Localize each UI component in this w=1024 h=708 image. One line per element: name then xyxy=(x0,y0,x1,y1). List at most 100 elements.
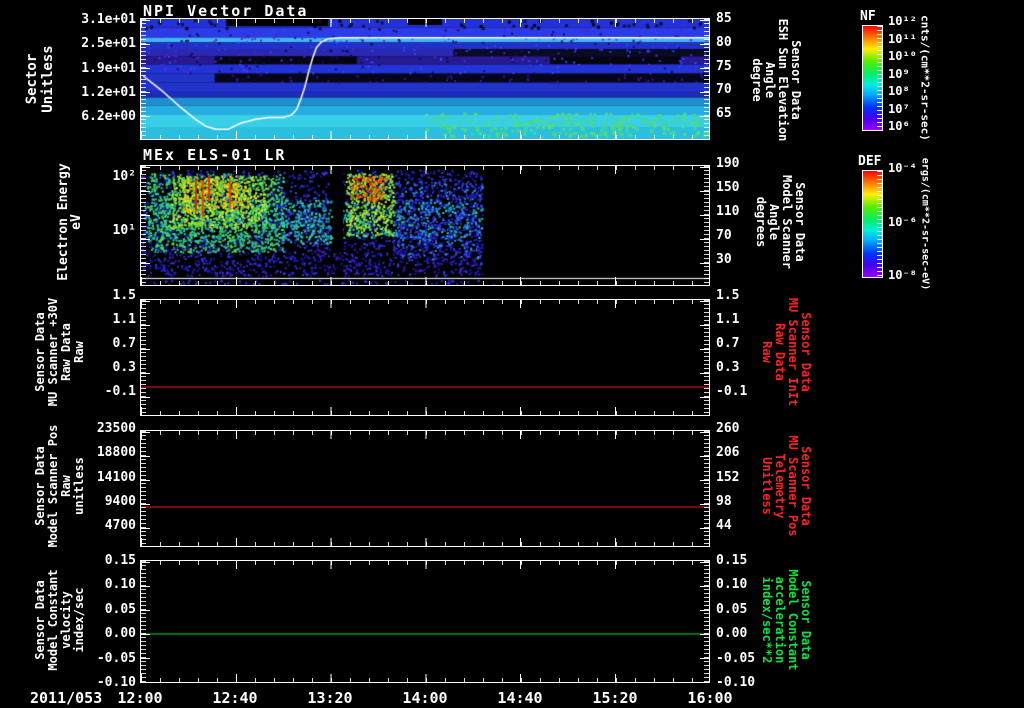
panel3-y-label: Sensor Data MU Scanner +30V Raw Data Raw xyxy=(34,298,86,406)
x-major-ticks-top xyxy=(141,431,709,439)
tick-label: 1.5 xyxy=(113,289,136,303)
tick-label: 3.1e+01 xyxy=(81,13,136,27)
tick-label: 0.05 xyxy=(105,603,136,617)
tick-label: 9400 xyxy=(105,495,136,509)
tick-label: 10⁶ xyxy=(888,119,910,133)
tick-label: -0.1 xyxy=(716,385,747,399)
panel-model-constant-line xyxy=(140,560,710,683)
tick-label: 0.7 xyxy=(113,337,136,351)
colorbar-nf xyxy=(862,25,883,131)
tick-label: -0.10 xyxy=(97,676,136,690)
panel4-y-label: Sensor Data Model Scanner Pos Raw unitle… xyxy=(34,425,86,548)
tick-label: -0.10 xyxy=(716,676,755,690)
tick-label: 0.00 xyxy=(716,627,747,641)
panel2-title: MEx ELS-01 LR xyxy=(143,146,286,164)
y-major-ticks-left xyxy=(141,167,150,284)
tick-label: 150 xyxy=(716,181,739,195)
tick-label: 0.7 xyxy=(716,337,739,351)
tick-label: 1.1 xyxy=(113,313,136,327)
tick-label: 98 xyxy=(716,495,732,509)
panel-els-spectrogram xyxy=(140,165,710,286)
tick-label: 65 xyxy=(716,107,732,121)
tick-label: 1.5 xyxy=(716,289,739,303)
y-major-ticks-right xyxy=(700,432,709,545)
colorbar-nf-unit: cnts/(cm**2-sr-sec) xyxy=(919,15,932,141)
plot-page: NPI Vector Data MEx ELS-01 LR 3.1e+012.5… xyxy=(0,0,1024,708)
tick-label: 0.15 xyxy=(105,554,136,568)
tick-label: 10⁻⁸ xyxy=(888,268,917,282)
tick-label: 13:20 xyxy=(299,689,361,707)
x-axis-date-label: 2011/053 xyxy=(30,689,102,707)
scanner-pos-line-canvas xyxy=(141,431,709,546)
y-major-ticks-left xyxy=(141,301,150,414)
tick-label: 10⁹ xyxy=(888,67,910,81)
panel3-right-label: Sensor Data MU Scanner InIt Raw Data Raw xyxy=(760,298,812,406)
panel-npi-spectrogram xyxy=(140,18,710,140)
panel2-right-axis: 1901501107030 xyxy=(716,157,758,267)
panel5-right-label: Sensor Data Model Constant acceleration … xyxy=(760,569,812,670)
tick-label: 260 xyxy=(716,422,739,436)
x-major-ticks-top xyxy=(141,19,709,27)
tick-label: -0.1 xyxy=(105,385,136,399)
x-major-ticks-bottom xyxy=(141,131,709,139)
colorbar-ticks xyxy=(877,171,882,277)
tick-label: 110 xyxy=(716,205,739,219)
tick-label: 0.3 xyxy=(113,361,136,375)
tick-label: 0.15 xyxy=(716,554,747,568)
tick-label: 2.5e+01 xyxy=(81,37,136,51)
tick-label: 0.05 xyxy=(716,603,747,617)
y-major-ticks-right xyxy=(700,562,709,681)
x-major-ticks-top xyxy=(141,561,709,569)
tick-label: 10⁷ xyxy=(888,102,910,116)
tick-label: 206 xyxy=(716,446,739,460)
tick-label: -0.05 xyxy=(716,652,755,666)
tick-label: 6.2e+00 xyxy=(81,110,136,124)
tick-label: 10¹² xyxy=(888,14,917,28)
panel2-right-label: Sensor Data Model Scanner Angle degrees xyxy=(754,175,806,269)
x-major-ticks-bottom xyxy=(141,674,709,682)
tick-label: 10² xyxy=(113,170,136,184)
y-major-ticks-right xyxy=(700,301,709,414)
tick-label: 14100 xyxy=(97,471,136,485)
tick-label: 44 xyxy=(716,519,732,533)
y-major-ticks-left xyxy=(141,432,150,545)
x-axis-tick-labels: 12:0012:4013:2014:0014:4015:2016:00 xyxy=(109,689,741,707)
tick-label: 30 xyxy=(716,253,732,267)
x-major-ticks-bottom xyxy=(141,277,709,285)
panel5-y-label: Sensor Data Model Constant velocity inde… xyxy=(34,569,86,670)
tick-label: 10⁻⁴ xyxy=(888,161,917,175)
npi-spectrogram-canvas xyxy=(141,19,709,139)
tick-label: 80 xyxy=(716,36,732,50)
tick-label: 0.10 xyxy=(105,578,136,592)
tick-label: 10¹¹ xyxy=(888,32,917,46)
model-constant-line-canvas xyxy=(141,561,709,682)
tick-label: 14:00 xyxy=(394,689,456,707)
tick-label: 10⁸ xyxy=(888,84,910,98)
tick-label: 14:40 xyxy=(489,689,551,707)
panel1-y-label: Sector Unitless xyxy=(24,45,56,112)
tick-label: 0.10 xyxy=(716,578,747,592)
colorbar-def-title: DEF xyxy=(858,154,881,169)
panel3-right-axis: 1.51.10.70.3-0.1 xyxy=(716,289,766,399)
y-major-ticks-left xyxy=(141,20,150,138)
panel1-right-label: Sensor Data ESH Sun Elevation Angle degr… xyxy=(750,19,802,142)
tick-label: 15:20 xyxy=(584,689,646,707)
tick-label: -0.05 xyxy=(97,652,136,666)
tick-label: 16:00 xyxy=(679,689,741,707)
panel2-y-label: Electron Energy eV xyxy=(57,163,83,280)
y-major-ticks-right xyxy=(700,167,709,284)
tick-label: 70 xyxy=(716,83,732,97)
tick-label: 1.9e+01 xyxy=(81,62,136,76)
tick-label: 4700 xyxy=(105,519,136,533)
panel2-left-axis: 10²10¹ xyxy=(96,170,136,238)
tick-label: 1.1 xyxy=(716,313,739,327)
x-major-ticks-top xyxy=(141,166,709,174)
x-major-ticks-bottom xyxy=(141,407,709,415)
tick-label: 85 xyxy=(716,12,732,26)
y-major-ticks-left xyxy=(141,562,150,681)
colorbar-def-unit: ergs/(cm**2-sr-sec-eV) xyxy=(920,158,931,290)
panel-scanner-pos-line xyxy=(140,430,710,547)
tick-label: 1.2e+01 xyxy=(81,86,136,100)
colorbar-nf-title: NF xyxy=(860,9,876,24)
tick-label: 12:40 xyxy=(204,689,266,707)
